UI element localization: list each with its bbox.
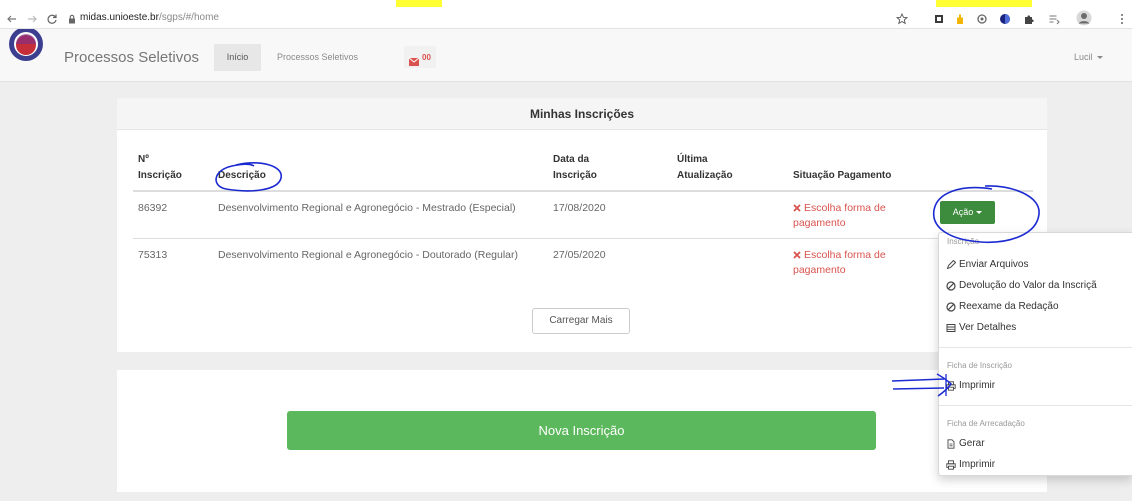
ban-icon: [946, 280, 956, 291]
app-navbar: Processos Seletivos Início Processos Sel…: [0, 29, 1132, 82]
nav-item-inicio[interactable]: Início: [214, 44, 261, 71]
extension-hand-icon[interactable]: [954, 12, 966, 24]
table-row: 86392 Desenvolvimento Regional e Agroneg…: [133, 191, 1033, 238]
menu-header-ficha-arrecadacao: Ficha de Arrecadação: [947, 419, 1025, 428]
payment-status-text: Escolha forma de pagamento: [793, 248, 886, 276]
col-header-descricao: Descrição: [213, 143, 548, 192]
payment-status[interactable]: Escolha forma de pagamento: [793, 201, 905, 231]
cell-numero: 86392: [138, 202, 168, 214]
nav-item-processos-seletivos[interactable]: Processos Seletivos: [277, 44, 358, 71]
browser-toolbar: midas.unioeste.br/sgps/#/home: [0, 8, 1132, 29]
cell-ultima-atualizacao: [672, 191, 788, 238]
menu-item-imprimir-ficha-inscricao[interactable]: Imprimir: [939, 375, 1132, 396]
menu-item-label: Imprimir: [959, 380, 996, 391]
print-icon: [946, 380, 956, 391]
bookmark-star-icon[interactable]: [895, 12, 909, 25]
menu-item-imprimir-ficha-arrecadacao[interactable]: Imprimir: [939, 454, 1132, 475]
caret-down-icon: [1096, 56, 1103, 59]
envelope-icon: [408, 53, 420, 66]
url-domain: midas.unioeste.br: [80, 12, 159, 23]
cell-ultima-atualizacao: [672, 237, 788, 290]
col-header-data-inscricao: Data da Inscrição: [548, 143, 672, 192]
reload-icon[interactable]: [46, 12, 58, 24]
caret-down-icon: [976, 211, 983, 214]
cell-situacao-pagamento: Escolha forma de pagamento: [788, 191, 933, 238]
col-header-ultima-atualizacao: Última Atualização: [672, 143, 788, 192]
reading-list-icon[interactable]: [1048, 12, 1060, 25]
menu-item-ver-detalhes[interactable]: Ver Detalhes: [939, 317, 1132, 338]
back-icon[interactable]: [6, 12, 18, 24]
cell-numero: 75313: [133, 237, 213, 290]
table-row: 75313 Desenvolvimento Regional e Agroneg…: [133, 237, 1033, 290]
inscricoes-table: Nº Inscrição Descrição Data da Inscrição…: [133, 143, 1033, 290]
times-icon: [793, 249, 801, 259]
menu-item-label: Gerar: [959, 438, 985, 449]
menu-item-gerar[interactable]: Gerar: [939, 433, 1132, 454]
url-path: /sgps/#/home: [158, 12, 219, 23]
payment-status[interactable]: Escolha forma de pagamento: [793, 248, 905, 278]
cell-descricao: Desenvolvimento Regional e Agronegócio -…: [213, 237, 548, 290]
unioeste-logo[interactable]: [8, 29, 44, 62]
user-name: Lucil: [1074, 52, 1093, 62]
menu-item-label: Devolução do Valor da Inscriçã: [959, 280, 1097, 291]
ban-icon: [946, 301, 956, 312]
extension-gear-icon[interactable]: [976, 12, 988, 24]
acao-dropdown-menu: Inscrição Enviar Arquivos Devolução do V…: [938, 232, 1132, 476]
menu-item-enviar-arquivos[interactable]: Enviar Arquivos: [939, 254, 1132, 275]
table-header-row: Nº Inscrição Descrição Data da Inscrição…: [133, 143, 1033, 192]
menu-item-label: Ver Detalhes: [959, 322, 1017, 333]
menu-item-label: Imprimir: [959, 459, 996, 470]
nova-inscricao-button[interactable]: Nova Inscrição: [287, 411, 876, 450]
acao-dropdown-button[interactable]: Ação: [940, 201, 995, 224]
payment-status-text: Escolha forma de pagamento: [793, 202, 886, 229]
times-icon: [793, 202, 801, 212]
acao-button-label: Ação: [952, 207, 974, 217]
cell-data-inscricao: 17/08/2020: [553, 202, 606, 214]
address-bar[interactable]: midas.unioeste.br/sgps/#/home: [80, 11, 219, 25]
nav-messages[interactable]: 00: [404, 46, 436, 68]
forward-icon[interactable]: [26, 12, 38, 24]
profile-avatar-icon[interactable]: [1076, 10, 1092, 26]
highlighted-text-fragment: [936, 0, 1032, 7]
menu-header-ficha-inscricao: Ficha de Inscrição: [947, 361, 1012, 370]
extension-grid-icon[interactable]: [933, 12, 945, 24]
cell-acao: Ação: [933, 191, 1033, 238]
load-more-button[interactable]: Carregar Mais: [532, 308, 630, 334]
inscricoes-panel: Minhas Inscrições Nº Inscrição Descrição…: [117, 98, 1047, 352]
highlighted-text-fragment: [396, 0, 442, 7]
file-icon: [946, 438, 956, 449]
list-icon: [946, 323, 956, 333]
pencil-icon: [946, 259, 956, 270]
print-icon: [946, 459, 956, 470]
app-brand[interactable]: Processos Seletivos: [64, 49, 199, 67]
cell-descricao: Desenvolvimento Regional e Agronegócio -…: [218, 202, 516, 214]
document-fragment-top: [0, 0, 1132, 8]
menu-divider: [939, 405, 1132, 406]
col-header-acao: [933, 143, 1033, 192]
menu-item-label: Reexame da Redação: [959, 301, 1059, 312]
messages-count: 00: [422, 52, 431, 62]
menu-item-devolucao-valor[interactable]: Devolução do Valor da Inscriçã: [939, 275, 1132, 296]
extension-blue-icon[interactable]: [999, 12, 1011, 24]
col-header-situacao-pagamento: Situação Pagamento: [788, 143, 933, 192]
menu-divider: [939, 347, 1132, 348]
panel-title: Minhas Inscrições: [117, 98, 1047, 130]
extensions-puzzle-icon[interactable]: [1023, 12, 1035, 24]
menu-header-inscricao: Inscrição: [947, 237, 980, 246]
user-menu[interactable]: Lucil: [1074, 44, 1103, 71]
menu-item-label: Enviar Arquivos: [959, 259, 1029, 270]
col-header-numero: Nº Inscrição: [133, 143, 213, 192]
menu-item-reexame-redacao[interactable]: Reexame da Redação: [939, 296, 1132, 317]
browser-menu-icon[interactable]: [1116, 12, 1128, 24]
nova-inscricao-panel: Nova Inscrição: [117, 370, 1047, 492]
cell-data-inscricao: 27/05/2020: [548, 237, 672, 290]
cell-situacao-pagamento: Escolha forma de pagamento: [788, 237, 933, 290]
lock-icon[interactable]: [66, 12, 78, 24]
